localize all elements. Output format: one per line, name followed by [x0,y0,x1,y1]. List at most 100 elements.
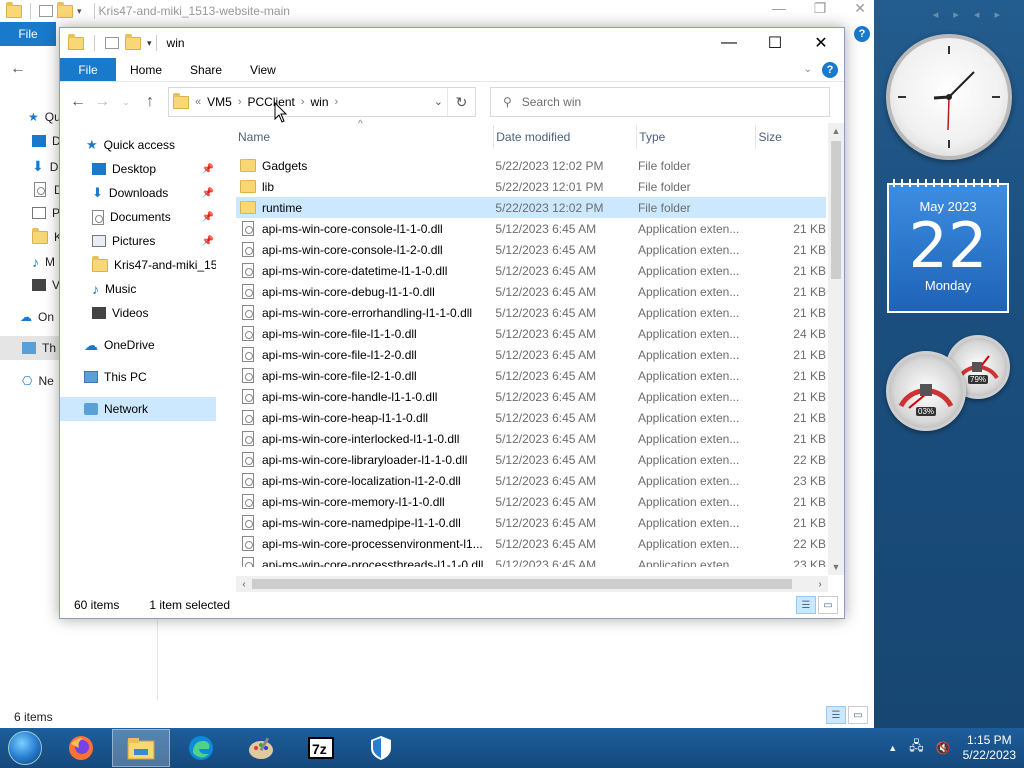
tab-home[interactable]: Home [116,58,176,81]
customize-qa-icon[interactable]: ▾ [77,6,82,17]
breadcrumb-win[interactable]: win [307,95,333,109]
sidebar-item-documents[interactable]: Documents 📌 [60,205,216,229]
sidebar-item-this-pc[interactable]: This PC [60,365,216,389]
taskbar-edge[interactable] [172,729,230,767]
bg-nav-item-selected[interactable]: Th [0,336,60,360]
scroll-right-icon[interactable]: › [812,576,828,592]
scroll-up-icon[interactable]: ▲ [828,123,844,139]
chevron-right-icon[interactable]: › [333,96,341,108]
breadcrumb-overflow[interactable]: « [193,96,203,108]
tab-view[interactable]: View [236,58,290,81]
chevron-right-icon[interactable]: › [299,96,307,108]
minimize-button[interactable]: — [772,0,786,17]
properties-icon[interactable] [39,5,53,17]
gadget-nav-arrows[interactable]: ◂ ▸ ◂ ▸ [933,8,1006,21]
recent-locations-icon[interactable]: ⌄ [114,90,138,114]
file-row[interactable]: lib 5/22/2023 12:01 PM File folder [236,176,826,197]
sidebar-item-music[interactable]: ♪ Music [60,277,216,301]
sidebar-item-onedrive[interactable]: ☁ OneDrive [60,333,216,357]
vertical-scrollbar[interactable]: ▲ ▼ [828,123,844,575]
bg-nav-item[interactable]: ☁ On [20,310,54,324]
file-row[interactable]: runtime 5/22/2023 12:02 PM File folder [236,197,826,218]
horizontal-scrollbar[interactable]: ‹ › [236,576,828,592]
file-row[interactable]: api-ms-win-core-debug-l1-1-0.dll 5/12/202… [236,281,826,302]
customize-qa-icon[interactable]: ▾ [147,38,152,49]
taskbar-paint[interactable] [232,729,290,767]
bg-nav-item[interactable]: ⬇ D [32,158,58,175]
details-view-button[interactable]: ☰ [826,706,846,724]
taskbar-firefox[interactable] [52,729,110,767]
file-row[interactable]: api-ms-win-core-file-l1-1-0.dll 5/12/2023… [236,323,826,344]
scroll-left-icon[interactable]: ‹ [236,576,252,592]
address-dropdown-icon[interactable]: ⌄ [434,95,443,108]
file-row[interactable]: api-ms-win-core-file-l2-1-0.dll 5/12/2023… [236,365,826,386]
file-row[interactable]: api-ms-win-core-errorhandling-l1-1-0.dll… [236,302,826,323]
breadcrumb-vm5[interactable]: VM5 [203,95,236,109]
file-row[interactable]: api-ms-win-core-file-l1-2-0.dll 5/12/2023… [236,344,826,365]
sidebar-item-network[interactable]: Network [60,397,216,421]
taskbar-defender[interactable] [352,729,410,767]
taskbar-7zip[interactable]: 7z [292,729,350,767]
file-row[interactable]: api-ms-win-core-handle-l1-1-0.dll 5/12/20… [236,386,826,407]
cpu-meter-gadget[interactable]: 79% 03% [886,335,1014,431]
file-row[interactable]: api-ms-win-core-libraryloader-l1-1-0.dll… [236,449,826,470]
close-button[interactable]: ✕ [798,28,844,58]
file-row[interactable]: api-ms-win-core-heap-l1-1-0.dll 5/12/2023… [236,407,826,428]
bg-nav-item[interactable]: ★ Qu [28,110,61,124]
bg-nav-item[interactable]: K [32,227,62,244]
file-row[interactable]: api-ms-win-core-datetime-l1-1-0.dll 5/12/… [236,260,826,281]
details-view-button[interactable]: ☰ [796,596,816,614]
refresh-icon[interactable]: ↻ [447,88,475,116]
clock-gadget[interactable] [886,34,1012,160]
up-button[interactable]: ↑ [138,90,162,114]
start-button[interactable] [0,728,50,768]
bg-nav-item[interactable]: P [32,206,60,220]
bg-nav-item[interactable]: ⎔ Ne [22,374,54,388]
file-row[interactable]: api-ms-win-core-console-l1-1-0.dll 5/12/2… [236,218,826,239]
bg-nav-item[interactable]: V [32,278,60,292]
calendar-gadget[interactable]: May 2023 22 Monday [887,179,1009,313]
new-folder-icon[interactable] [57,1,73,18]
help-icon[interactable]: ? [822,61,838,78]
minimize-button[interactable]: — [706,28,752,58]
file-row[interactable]: api-ms-win-core-console-l1-2-0.dll 5/12/2… [236,239,826,260]
file-row[interactable]: api-ms-win-core-namedpipe-l1-1-0.dll 5/12… [236,512,826,533]
show-hidden-icons-icon[interactable]: ▲ [888,743,897,753]
forward-button[interactable]: → [90,90,114,114]
bg-nav-item[interactable]: D [32,134,61,148]
expand-ribbon-icon[interactable]: ⌄ [804,64,812,75]
breadcrumb-pcclient[interactable]: PCClient [243,95,298,109]
sidebar-item-desktop[interactable]: Desktop 📌 [60,157,216,181]
volume-muted-icon[interactable]: 🔇 [936,741,951,755]
column-type[interactable]: Type [637,125,757,149]
sidebar-item-pictures[interactable]: Pictures 📌 [60,229,216,253]
column-date-modified[interactable]: Date modified [494,125,638,149]
file-row[interactable]: api-ms-win-core-processenvironment-l1...… [236,533,826,554]
bg-nav-item[interactable]: ♪ M [32,254,55,270]
horizontal-scroll-thumb[interactable] [252,579,792,589]
bg-help-icon[interactable]: ? [854,26,870,42]
close-button[interactable]: ✕ [854,0,866,17]
scroll-down-icon[interactable]: ▼ [828,559,844,575]
large-icons-view-button[interactable]: ▭ [848,706,868,724]
maximize-button[interactable]: ☐ [752,28,798,58]
taskbar-file-explorer[interactable] [112,729,170,767]
large-icons-view-button[interactable]: ▭ [818,596,838,614]
file-row[interactable]: api-ms-win-core-interlocked-l1-1-0.dll 5/… [236,428,826,449]
file-row[interactable]: Gadgets 5/22/2023 12:02 PM File folder [236,155,826,176]
search-box[interactable]: ⚲ Search win [490,87,830,117]
new-folder-icon[interactable] [125,33,141,50]
column-size[interactable]: Size [756,125,828,149]
vertical-scroll-thumb[interactable] [831,141,841,279]
bg-file-tab[interactable]: File [0,22,56,46]
network-status-icon[interactable]: 🖧 [909,737,924,759]
maximize-button[interactable]: ❐ [814,0,827,17]
tab-file[interactable]: File [60,58,116,81]
chevron-right-icon[interactable]: › [236,96,244,108]
properties-icon[interactable] [105,37,119,49]
file-row[interactable]: api-ms-win-core-memory-l1-1-0.dll 5/12/20… [236,491,826,512]
column-name[interactable]: Name [236,125,495,149]
back-button[interactable]: ← [66,90,90,114]
sidebar-item-videos[interactable]: Videos [60,301,216,325]
address-bar[interactable]: « VM5 › PCClient › win › ⌄ ↻ [168,87,476,117]
